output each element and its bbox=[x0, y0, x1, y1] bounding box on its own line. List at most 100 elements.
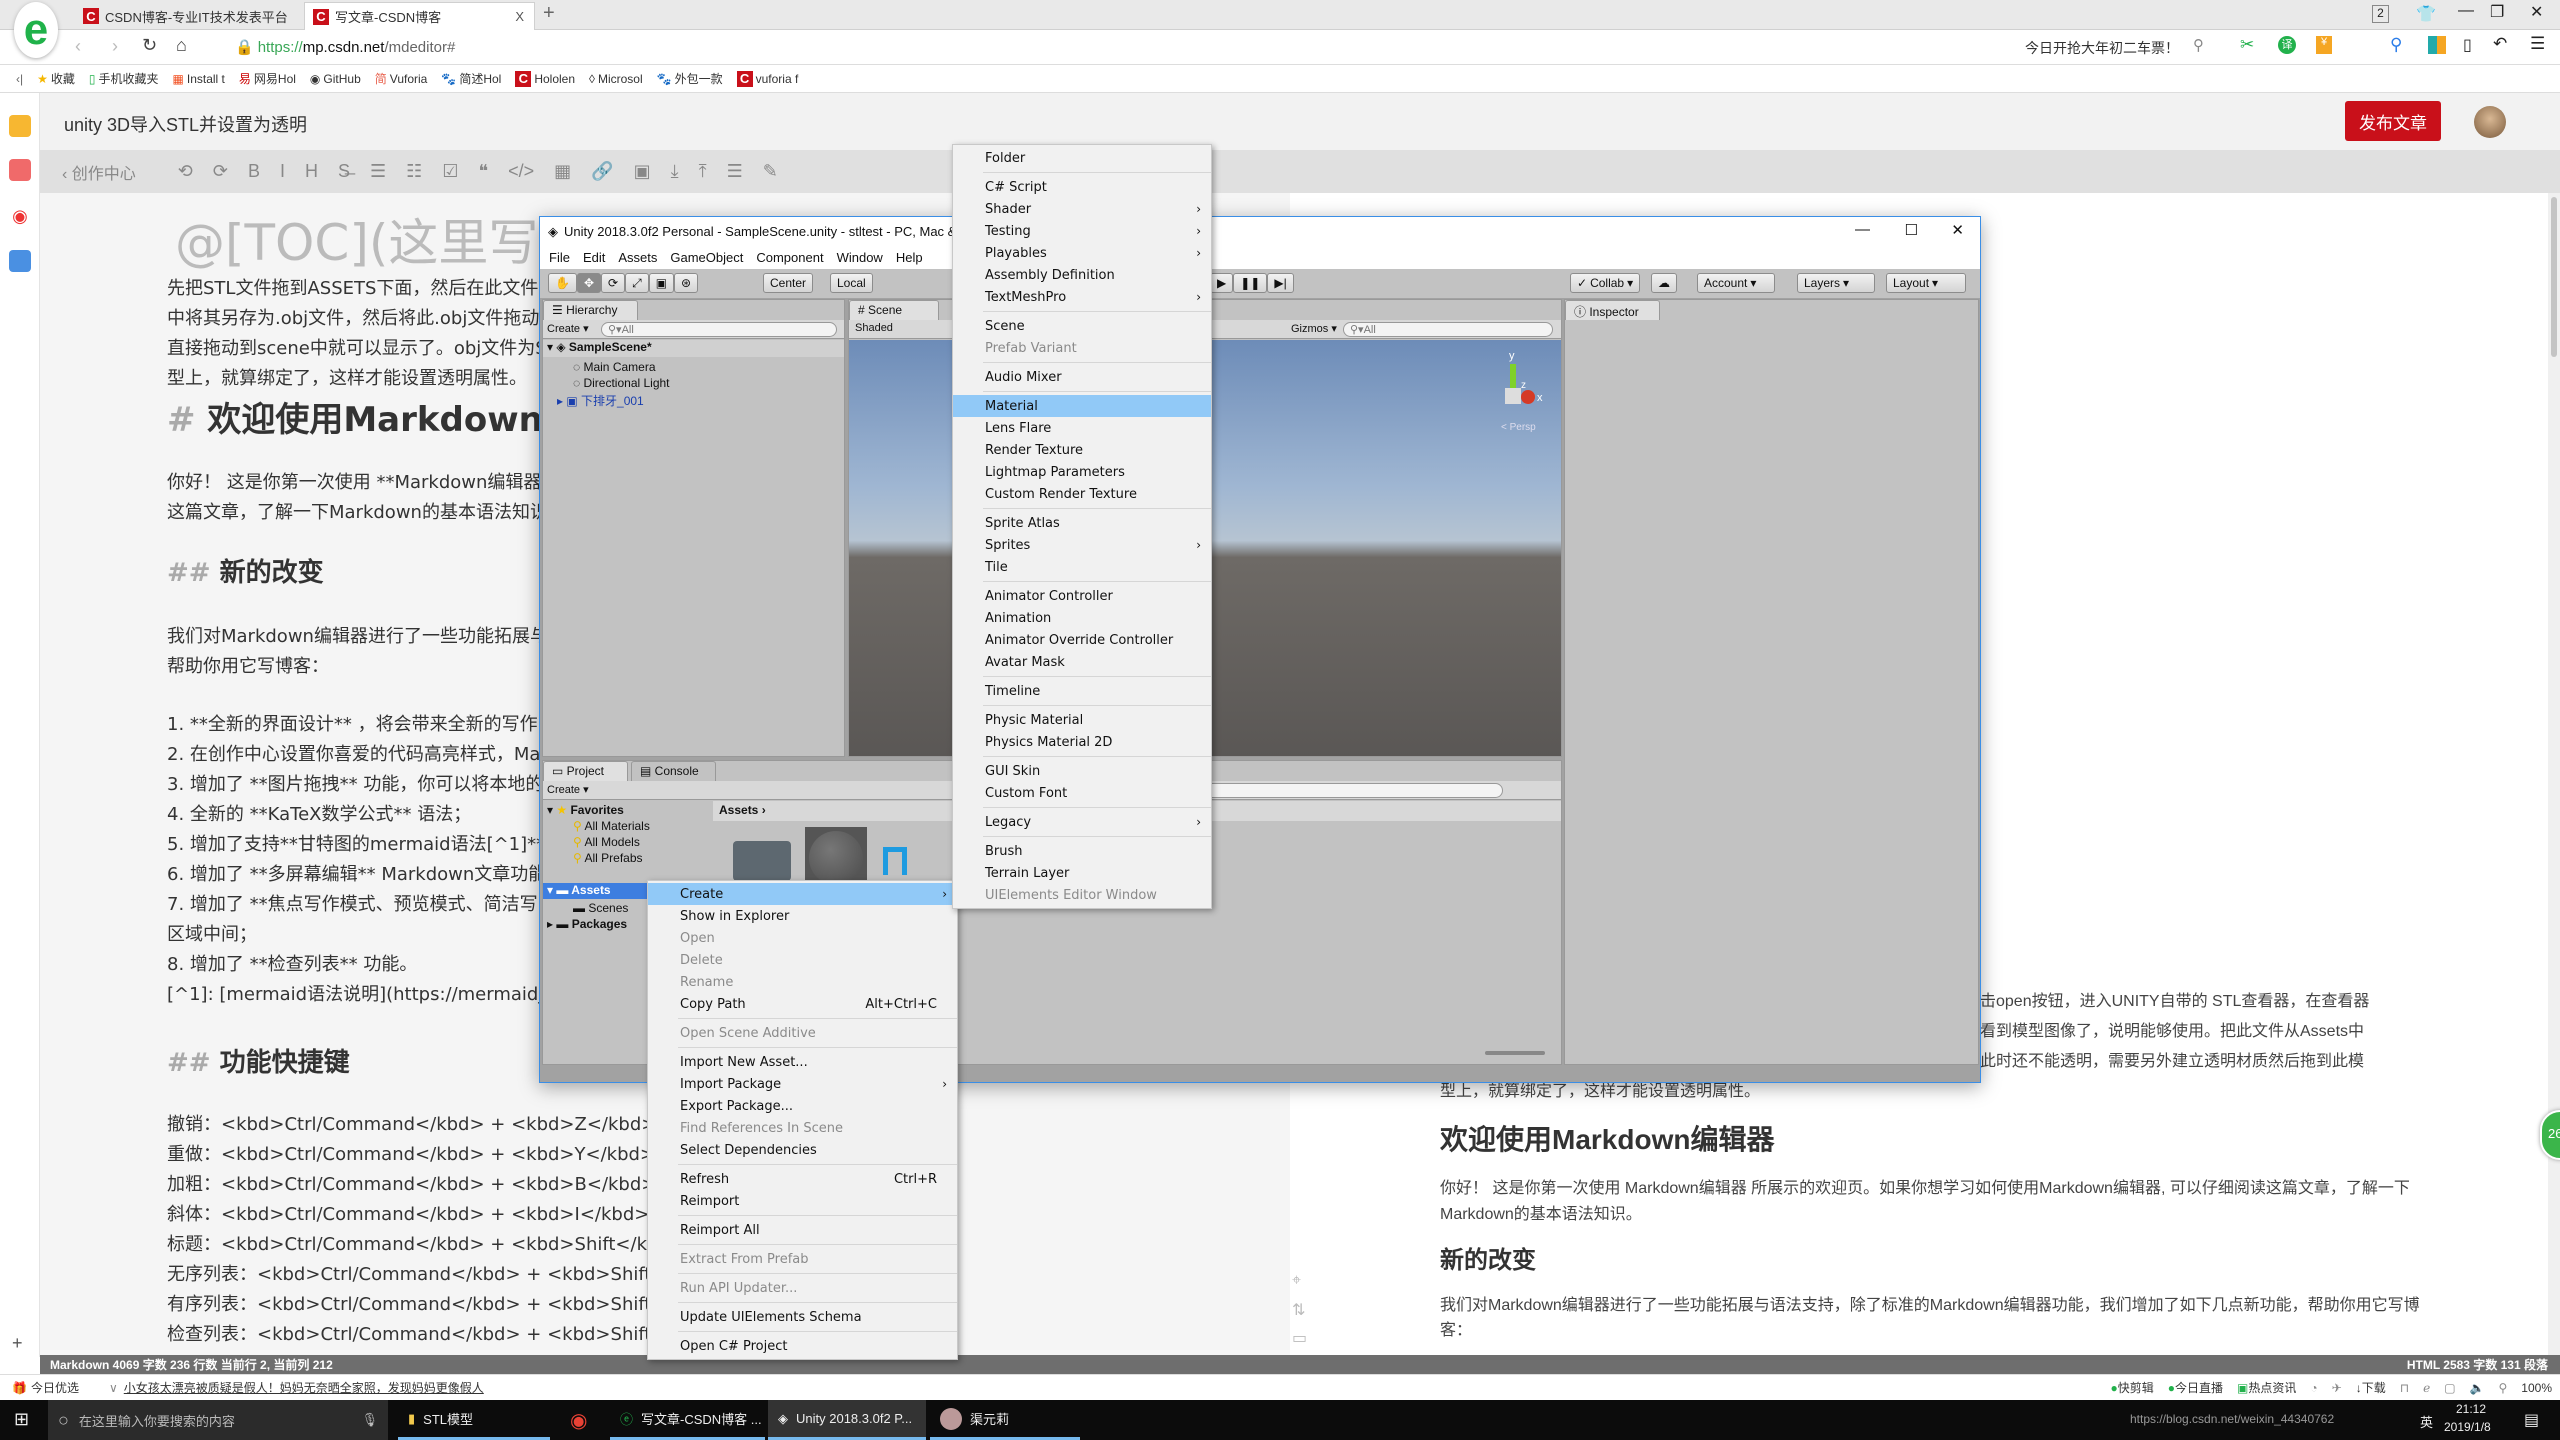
redo-icon[interactable]: ⟳ bbox=[213, 161, 228, 182]
menu-item-folder[interactable]: Folder bbox=[953, 147, 1211, 169]
bookmark-item[interactable]: Cvuforia f bbox=[736, 70, 798, 87]
favorites-node[interactable]: ▾ ★ Favorites bbox=[547, 803, 624, 817]
windows-start-icon[interactable]: ⊞ bbox=[14, 1409, 29, 1430]
persp-label[interactable]: < Persp bbox=[1501, 422, 1536, 433]
scale-tool-icon[interactable]: ⤢ bbox=[625, 273, 649, 293]
bookmark-item[interactable]: ★ 收藏 bbox=[37, 70, 75, 87]
task-unity[interactable]: ◈ Unity 2018.3.0f2 P... bbox=[768, 1400, 926, 1440]
new-tab-button[interactable]: + bbox=[543, 2, 555, 25]
menu-item-show-in-explorer[interactable]: Show in Explorer bbox=[648, 905, 957, 927]
italic-icon[interactable]: I bbox=[280, 161, 285, 182]
phone-icon[interactable]: ▯ bbox=[2463, 35, 2472, 55]
bookmarks-toggle[interactable]: ‹| bbox=[16, 72, 23, 86]
task-user[interactable]: 渠元莉 bbox=[930, 1400, 1080, 1440]
chevron-down-icon[interactable]: ∨ bbox=[109, 1381, 118, 1395]
layout-icon[interactable]: ⊓ bbox=[2400, 1381, 2409, 1395]
menu-item-open-c-project[interactable]: Open C# Project bbox=[648, 1335, 957, 1357]
menu-edit[interactable]: Edit bbox=[583, 250, 605, 265]
menu-item-gui-skin[interactable]: GUI Skin bbox=[953, 760, 1211, 782]
pivot-center-button[interactable]: Center bbox=[763, 273, 814, 293]
promo-link[interactable]: 今日开抢大年初二车票！ bbox=[2025, 38, 2179, 58]
menu-item-animator-controller[interactable]: Animator Controller bbox=[953, 585, 1211, 607]
collab-button[interactable]: ✓ Collab ▾ bbox=[1570, 273, 1641, 293]
hierarchy-item[interactable]: ▸ ▣ 下排牙_001 bbox=[557, 392, 644, 409]
favorites-icon[interactable] bbox=[9, 115, 31, 137]
cloud-icon[interactable]: ☁ bbox=[1651, 273, 1677, 293]
maximize-icon[interactable]: ☐ bbox=[1905, 221, 1918, 239]
bookmark-item[interactable]: C Hololen bbox=[515, 70, 575, 87]
menu-item-avatar-mask[interactable]: Avatar Mask bbox=[953, 651, 1211, 673]
publish-button[interactable]: 发布文章 bbox=[2345, 101, 2441, 141]
menu-item-import-new-asset[interactable]: Import New Asset... bbox=[648, 1051, 957, 1073]
magnifier-icon[interactable]: ⚲ bbox=[2390, 35, 2402, 55]
scrollbar[interactable] bbox=[2548, 193, 2560, 1355]
hot-news[interactable]: ▣热点资讯 bbox=[2237, 1379, 2296, 1396]
url-field[interactable]: 🔒 https:// mp.csdn.net /mdeditor# bbox=[235, 38, 455, 57]
speed-icon[interactable]: ◔ bbox=[2310, 1381, 2317, 1395]
sync-scroll-icon[interactable]: ⇅ bbox=[1292, 1300, 1305, 1320]
menu-item-select-dependencies[interactable]: Select Dependencies bbox=[648, 1139, 957, 1161]
bookmark-item[interactable]: 🐾 简述Hol bbox=[441, 70, 501, 87]
menu-item-terrain-layer[interactable]: Terrain Layer bbox=[953, 862, 1211, 884]
menu-item-c-script[interactable]: C# Script bbox=[953, 176, 1211, 198]
bookmark-item[interactable]: ▦ Install t bbox=[173, 72, 225, 86]
hierarchy-create-button[interactable]: Create ▾ bbox=[547, 322, 589, 335]
shield-icon[interactable]: ¥ bbox=[2316, 36, 2332, 54]
hand-tool-icon[interactable]: ✋ bbox=[548, 273, 577, 293]
pivot-local-button[interactable]: Local bbox=[830, 273, 873, 293]
strikethrough-icon[interactable]: S̶ bbox=[338, 161, 350, 182]
menu-window[interactable]: Window bbox=[837, 250, 883, 265]
mail-icon[interactable] bbox=[9, 250, 31, 272]
transform-tool-icon[interactable]: ⊛ bbox=[674, 273, 699, 293]
menu-item-reimport-all[interactable]: Reimport All bbox=[648, 1219, 957, 1241]
clock-time[interactable]: 21:12 bbox=[2456, 1402, 2486, 1416]
account-dropdown[interactable]: Account ▾ bbox=[1697, 273, 1775, 293]
menu-assets[interactable]: Assets bbox=[618, 250, 657, 265]
favorite-item[interactable]: ⚲ All Models bbox=[573, 835, 640, 849]
bookmark-item[interactable]: ▯ 手机收藏夹 bbox=[89, 70, 159, 87]
weibo-icon[interactable]: ◉ bbox=[9, 206, 31, 228]
layout-dropdown[interactable]: Layout ▾ bbox=[1886, 273, 1966, 293]
menu-item-testing[interactable]: Testing › bbox=[953, 220, 1211, 242]
back-to-creation-center[interactable]: ‹ 创作中心 bbox=[62, 160, 136, 184]
step-icon[interactable]: ▶| bbox=[1267, 273, 1294, 293]
packages-node[interactable]: ▸ ▬ Packages bbox=[547, 917, 627, 931]
menu-item-shader[interactable]: Shader › bbox=[953, 198, 1211, 220]
menu-item-animator-override-controller[interactable]: Animator Override Controller bbox=[953, 629, 1211, 651]
minimize-icon[interactable]: — bbox=[1855, 221, 1870, 238]
rotate-tool-icon[interactable]: ⟳ bbox=[601, 273, 626, 293]
close-window-icon[interactable]: ✕ bbox=[2530, 2, 2543, 22]
play-icon[interactable]: ▶ bbox=[1210, 273, 1234, 293]
table-icon[interactable]: ▦ bbox=[554, 161, 571, 182]
menu-item-tile[interactable]: Tile bbox=[953, 556, 1211, 578]
menu-item-lightmap-parameters[interactable]: Lightmap Parameters bbox=[953, 461, 1211, 483]
toc-icon[interactable]: ☰ bbox=[727, 161, 743, 182]
add-icon[interactable]: + bbox=[12, 1333, 23, 1354]
checklist-icon[interactable]: ☑ bbox=[442, 161, 458, 182]
menu-item-export-package[interactable]: Export Package... bbox=[648, 1095, 957, 1117]
taskbar-search[interactable]: ○ 在这里输入你要搜索的内容 🎙 bbox=[48, 1400, 388, 1440]
window-icon[interactable]: ▢ bbox=[2444, 1381, 2455, 1395]
tab-csdn-home[interactable]: C CSDN博客-专业IT技术发表平台 bbox=[75, 2, 297, 30]
tab-project[interactable]: ▭ Project bbox=[543, 761, 628, 781]
zoom-level[interactable]: 100% bbox=[2521, 1381, 2552, 1395]
model-thumbnail[interactable] bbox=[883, 847, 907, 875]
tab-hierarchy[interactable]: ☰ Hierarchy bbox=[543, 300, 638, 320]
reload-icon[interactable]: ↻ bbox=[142, 35, 157, 56]
menu-icon[interactable]: ☰ bbox=[2530, 34, 2545, 54]
volume-icon[interactable]: 🔈 bbox=[2470, 1381, 2485, 1395]
screen-icon[interactable]: ▭ bbox=[1292, 1328, 1307, 1348]
menu-gameobject[interactable]: GameObject bbox=[670, 250, 743, 265]
ordered-list-icon[interactable]: ☷ bbox=[406, 161, 422, 182]
folder-item[interactable]: ▬ Scenes bbox=[573, 901, 628, 915]
clock-date[interactable]: 2019/1/8 bbox=[2444, 1420, 2491, 1434]
hierarchy-search[interactable]: ⚲▾All bbox=[601, 322, 837, 337]
quick-clip[interactable]: ●快剪辑 bbox=[2111, 1379, 2154, 1396]
menu-item-copy-path[interactable]: Copy Path Alt+Ctrl+C bbox=[648, 993, 957, 1015]
hierarchy-item[interactable]: ◌ Main Camera bbox=[573, 360, 656, 374]
forward-icon[interactable]: › bbox=[112, 36, 118, 57]
zoom-icon[interactable]: ⚲ bbox=[2499, 1381, 2508, 1395]
favorite-item[interactable]: ⚲ All Materials bbox=[573, 819, 650, 833]
task-stl-folder[interactable]: ▮ STL模型 bbox=[398, 1400, 550, 1440]
news-link[interactable]: 小女孩太漂亮被质疑是假人！妈妈无奈晒全家照，发现妈妈更像假人 bbox=[124, 1379, 484, 1396]
